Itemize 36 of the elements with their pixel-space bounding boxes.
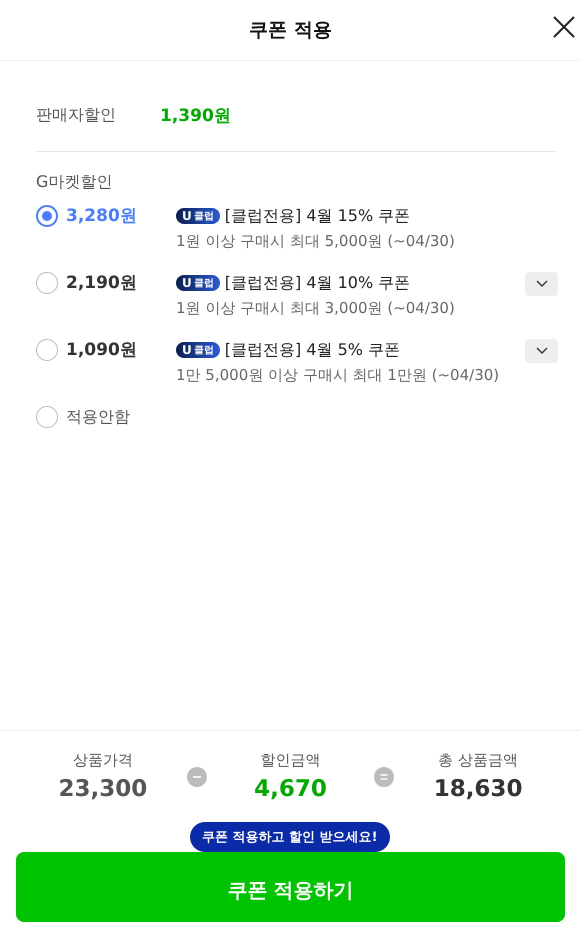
coupon-condition: 1원 이상 구매시 최대 5,000원 (~04/30) xyxy=(176,232,456,251)
seller-discount-label: 판매자할인 xyxy=(36,104,117,126)
coupon-amount: 1,090원 xyxy=(66,339,138,361)
expand-button[interactable] xyxy=(525,272,558,296)
coupon-amount: 3,280원 xyxy=(66,205,138,227)
summary-value: 4,670 xyxy=(254,776,327,802)
coupon-title: [클럽전용] 4월 10% 쿠폰 xyxy=(224,272,410,294)
summary-label: 총 상품금액 xyxy=(438,751,518,770)
tooltip: 쿠폰 적용하고 할인 받으세요! xyxy=(190,822,390,852)
coupon-condition: 1원 이상 구매시 최대 3,000원 (~04/30) xyxy=(176,299,456,318)
summary-label: 할인금액 xyxy=(260,751,320,770)
minus-icon xyxy=(186,766,207,786)
summary-label: 상품가격 xyxy=(72,751,133,770)
section-label: G마켓할인 xyxy=(36,172,114,193)
equals-icon xyxy=(374,766,394,786)
coupon-amount: 2,190원 xyxy=(66,272,138,294)
no-coupon-label: 적용안함 xyxy=(66,406,130,428)
radio-button[interactable] xyxy=(36,339,58,361)
radio-button[interactable] xyxy=(36,272,58,294)
club-badge: U 클럽 xyxy=(176,208,220,224)
dialog-title: 쿠폰 적용 xyxy=(249,18,332,43)
coupon-condition: 1만 5,000원 이상 구매시 최대 1만원 (~04/30) xyxy=(176,366,500,385)
chevron-down-icon xyxy=(536,347,548,355)
club-badge: U 클럽 xyxy=(176,275,220,291)
expand-button[interactable] xyxy=(525,339,558,363)
close-icon[interactable] xyxy=(551,14,577,40)
apply-coupon-button[interactable]: 쿠폰 적용하기 xyxy=(16,852,565,922)
seller-discount-amount: 1,390원 xyxy=(160,104,231,126)
summary-value: 23,300 xyxy=(58,776,148,802)
summary-value: 18,630 xyxy=(434,776,522,802)
chevron-down-icon xyxy=(536,280,548,288)
radio-button[interactable] xyxy=(36,406,58,428)
coupon-title: [클럽전용] 4월 5% 쿠폰 xyxy=(224,340,400,360)
club-badge: U 클럽 xyxy=(176,342,220,358)
radio-button[interactable] xyxy=(36,205,58,227)
coupon-title: [클럽전용] 4월 15% 쿠폰 xyxy=(224,206,410,226)
